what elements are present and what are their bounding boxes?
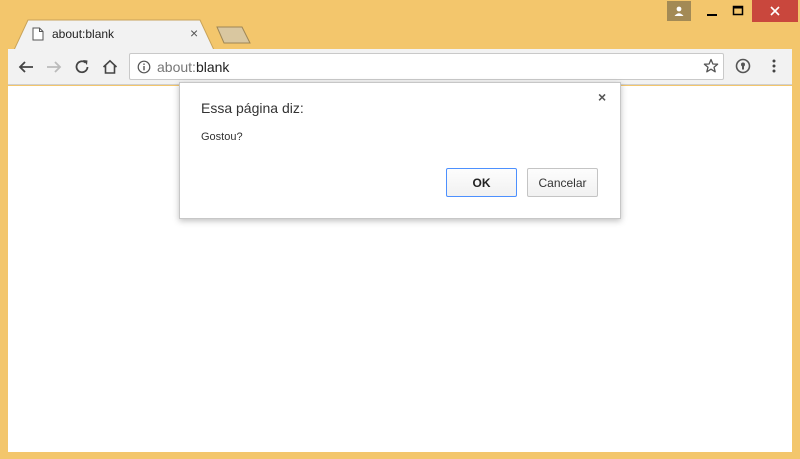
close-window-button[interactable] [752, 0, 798, 22]
tab-close-icon[interactable]: × [190, 25, 198, 41]
new-tab-button[interactable] [216, 26, 252, 44]
tab-about-blank[interactable]: about:blank × [14, 19, 214, 50]
user-icon [674, 6, 684, 16]
home-icon [102, 59, 118, 74]
url-scheme: about: [157, 59, 196, 75]
maximize-button[interactable] [724, 0, 752, 22]
toolbar: about:blank [8, 49, 792, 85]
dialog-title: Essa página diz: [201, 100, 304, 116]
arrow-left-icon [18, 61, 33, 73]
info-icon[interactable] [137, 60, 151, 74]
tab-title: about:blank [52, 27, 115, 41]
minimize-button[interactable] [697, 0, 727, 22]
url-rest: blank [195, 59, 230, 75]
browser-window: about:blank × about:blank Essa página di… [0, 0, 800, 459]
minimize-icon [707, 14, 717, 16]
dialog-close-icon[interactable]: × [598, 89, 606, 105]
menu-icon[interactable] [770, 58, 778, 74]
extension-icon[interactable] [735, 58, 751, 74]
page-icon [32, 27, 44, 41]
dialog-message: Gostou? [201, 131, 243, 143]
forward-button[interactable] [44, 57, 64, 77]
user-profile-button[interactable] [667, 1, 691, 21]
maximize-icon [732, 5, 744, 16]
reload-button[interactable] [72, 57, 92, 77]
address-bar[interactable]: about:blank [129, 53, 724, 80]
cancel-button[interactable]: Cancelar [527, 168, 598, 197]
alert-dialog: Essa página diz: × Gostou? OK Cancelar [179, 82, 621, 219]
reload-icon [75, 60, 89, 74]
home-button[interactable] [100, 57, 120, 77]
arrow-right-icon [47, 61, 62, 73]
ok-button[interactable]: OK [446, 168, 517, 197]
back-button[interactable] [16, 57, 36, 77]
close-icon [770, 6, 780, 16]
bookmark-star-icon[interactable] [703, 58, 719, 74]
url-text[interactable]: about:blank [157, 59, 229, 75]
